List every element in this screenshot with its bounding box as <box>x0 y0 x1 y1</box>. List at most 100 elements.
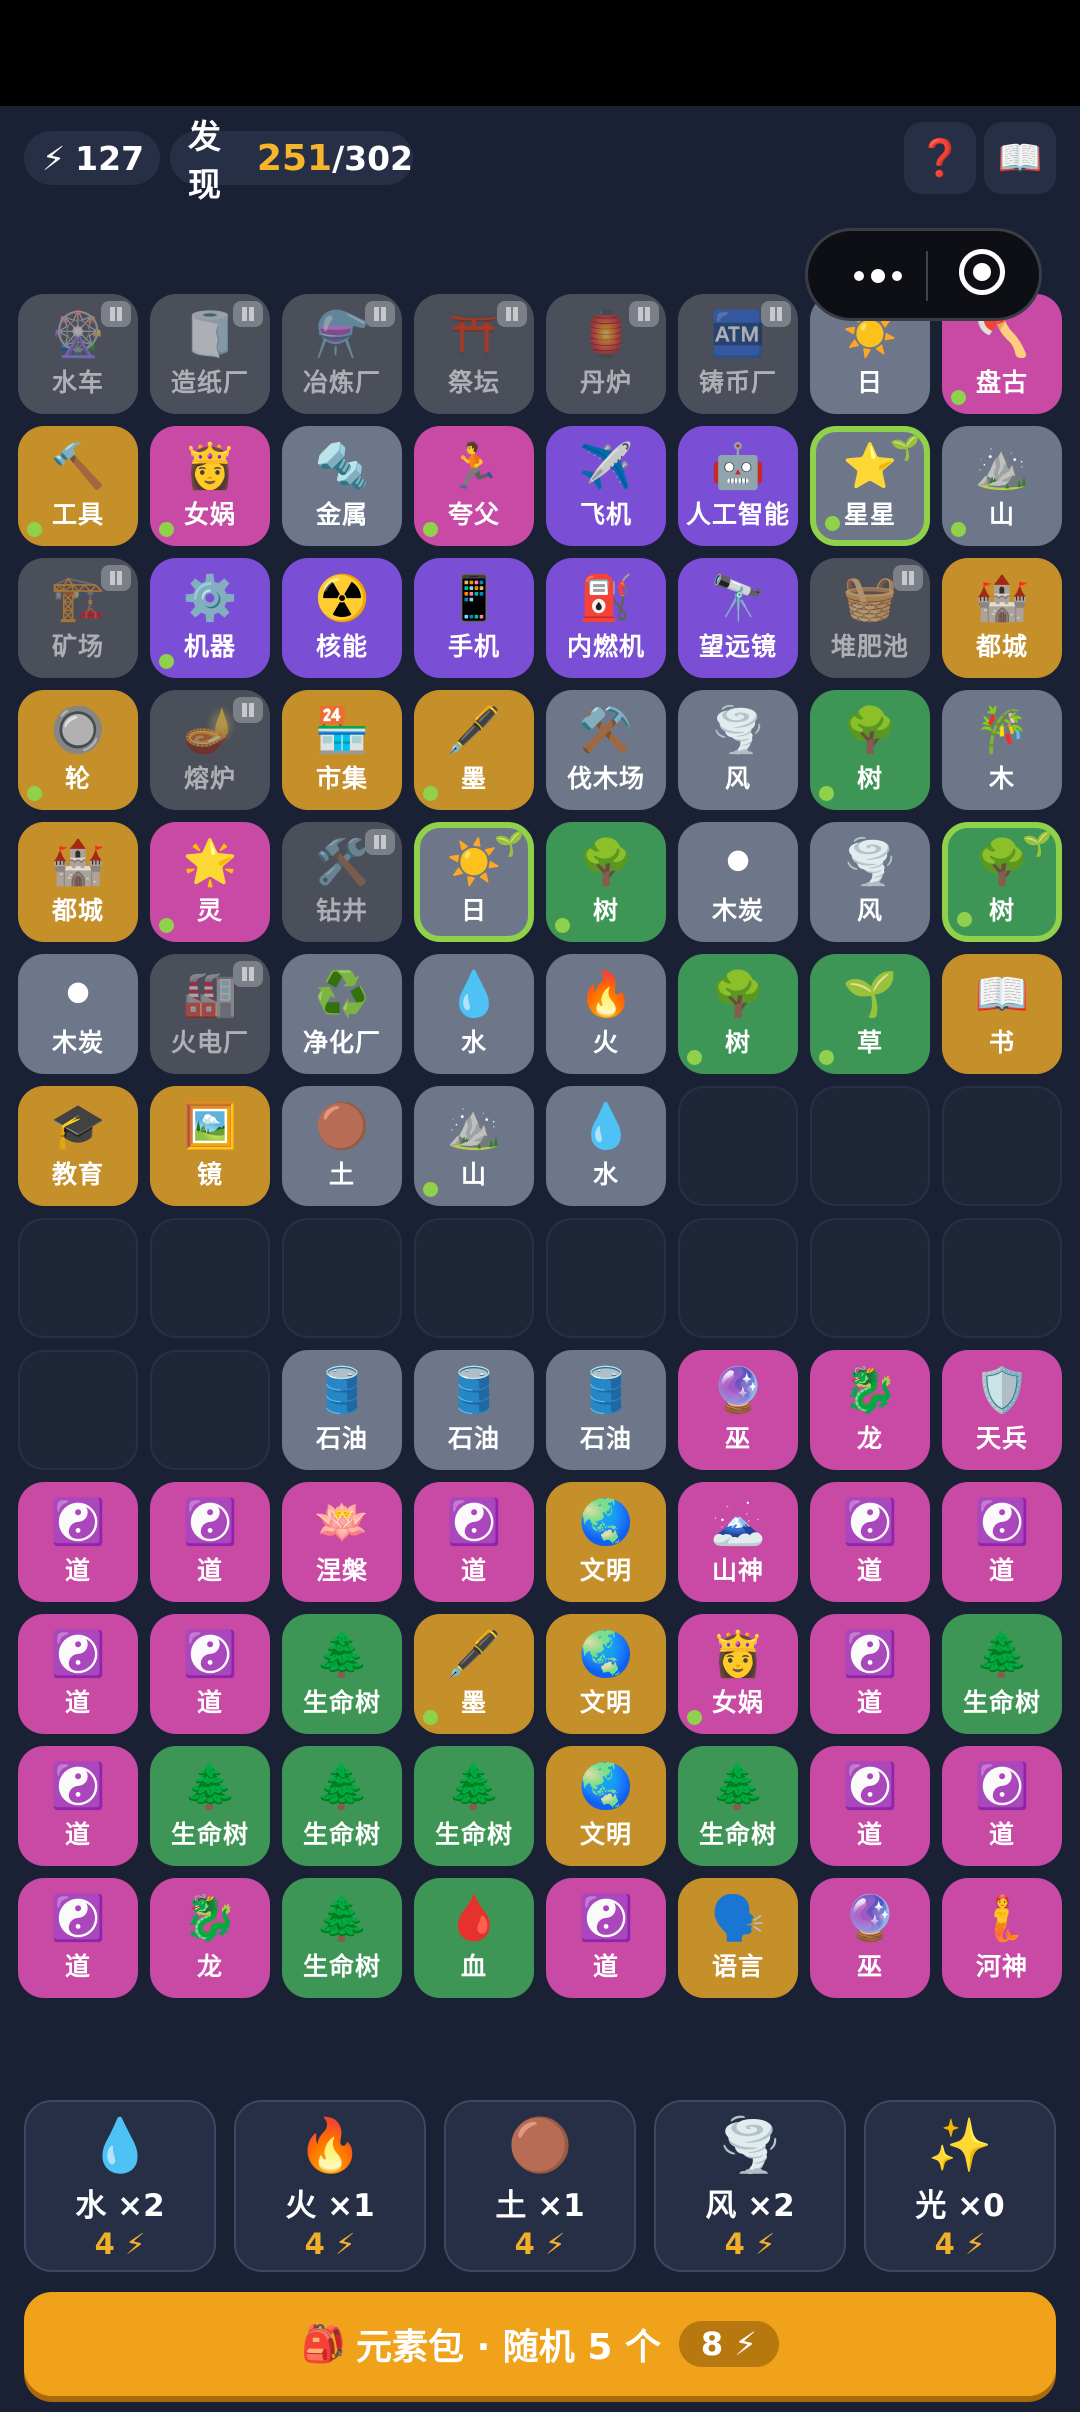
element-tile[interactable]: 🌳 树 <box>678 954 798 1074</box>
element-tile[interactable]: ⚒️ 伐木场 <box>546 690 666 810</box>
close-miniprogram-button[interactable] <box>959 249 1005 295</box>
element-tile[interactable]: 🌲 生命树 <box>282 1746 402 1866</box>
element-pack-card[interactable]: 💧 水 ×2 4 ⚡ <box>24 2100 216 2272</box>
element-tile[interactable]: ⚗️ 冶炼厂 <box>282 294 402 414</box>
element-tile[interactable]: 🏰 都城 <box>942 558 1062 678</box>
element-tile[interactable]: 🌏 文明 <box>546 1746 666 1866</box>
element-tile[interactable]: ☯️ 道 <box>810 1746 930 1866</box>
element-tile[interactable]: 🌲 生命树 <box>942 1614 1062 1734</box>
element-tile[interactable]: ☀️ 日 🌱 <box>414 822 534 942</box>
element-tile[interactable]: 📱 手机 <box>414 558 534 678</box>
element-tile[interactable]: ⭐ 星星 🌱 <box>810 426 930 546</box>
buy-element-pack-button[interactable]: 🎒 元素包 · 随机 5 个 8 ⚡ <box>24 2292 1056 2396</box>
element-tile[interactable]: 🌲 生命树 <box>678 1746 798 1866</box>
element-tile[interactable]: 🏭 火电厂 <box>150 954 270 1074</box>
element-tile[interactable]: 🤖 人工智能 <box>678 426 798 546</box>
element-tile[interactable]: 🌳 树 🌱 <box>942 822 1062 942</box>
element-tile[interactable]: 🖋️ 墨 <box>414 690 534 810</box>
element-tile[interactable]: ☯️ 道 <box>18 1614 138 1734</box>
element-tile[interactable]: 🔮 巫 <box>810 1878 930 1998</box>
element-tile[interactable]: ☯️ 道 <box>18 1878 138 1998</box>
element-tile[interactable]: 🎋 木 <box>942 690 1062 810</box>
element-tile[interactable]: ⚫ 木炭 <box>18 954 138 1074</box>
element-tile[interactable]: 🗣️ 语言 <box>678 1878 798 1998</box>
encyclopedia-button[interactable]: 📖 <box>984 122 1056 194</box>
element-tile[interactable]: 🌲 生命树 <box>282 1614 402 1734</box>
element-tile[interactable]: 🌲 生命树 <box>414 1746 534 1866</box>
element-tile[interactable]: ⚫ 木炭 <box>678 822 798 942</box>
element-tile[interactable]: 🛢️ 石油 <box>546 1350 666 1470</box>
element-tile[interactable]: 🩸 血 <box>414 1878 534 1998</box>
more-menu-button[interactable] <box>838 251 918 301</box>
element-tile[interactable]: 🖋️ 墨 <box>414 1614 534 1734</box>
element-tile[interactable]: 🌏 文明 <box>546 1614 666 1734</box>
element-tile[interactable]: ⛰️ 山 <box>414 1086 534 1206</box>
element-tile[interactable]: 🧻 造纸厂 <box>150 294 270 414</box>
element-pack-card[interactable]: 🔥 火 ×1 4 ⚡ <box>234 2100 426 2272</box>
element-tile[interactable]: 🪷 涅槃 <box>282 1482 402 1602</box>
element-pack-card[interactable]: ✨ 光 ×0 4 ⚡ <box>864 2100 1056 2272</box>
element-tile[interactable]: 🪔 熔炉 <box>150 690 270 810</box>
element-tile[interactable]: 🎓 教育 <box>18 1086 138 1206</box>
element-tile[interactable]: 🧺 堆肥池 <box>810 558 930 678</box>
element-tile[interactable]: 🏰 都城 <box>18 822 138 942</box>
element-tile[interactable]: 🔭 望远镜 <box>678 558 798 678</box>
element-tile[interactable]: 🐉 龙 <box>150 1878 270 1998</box>
element-tile[interactable]: 🌳 树 <box>810 690 930 810</box>
element-tile[interactable]: 🟤 土 <box>282 1086 402 1206</box>
element-tile[interactable]: 🏮 丹炉 <box>546 294 666 414</box>
element-tile[interactable]: 👸 女娲 <box>150 426 270 546</box>
element-tile[interactable]: 👸 女娲 <box>678 1614 798 1734</box>
element-tile[interactable]: 🏃 夸父 <box>414 426 534 546</box>
element-tile[interactable]: ☯️ 道 <box>18 1746 138 1866</box>
element-tile[interactable]: ☯️ 道 <box>546 1878 666 1998</box>
element-tile[interactable]: 🎡 水车 <box>18 294 138 414</box>
element-tile[interactable]: 🔥 火 <box>546 954 666 1074</box>
element-tile[interactable]: 🏗️ 矿场 <box>18 558 138 678</box>
element-tile[interactable]: 🌲 生命树 <box>282 1878 402 1998</box>
element-tile[interactable]: ☢️ 核能 <box>282 558 402 678</box>
element-tile[interactable]: ☯️ 道 <box>942 1482 1062 1602</box>
element-tile[interactable]: 🖼️ 镜 <box>150 1086 270 1206</box>
element-tile[interactable]: 🔮 巫 <box>678 1350 798 1470</box>
element-tile[interactable]: 🗻 山神 <box>678 1482 798 1602</box>
element-tile[interactable]: ⛩️ 祭坛 <box>414 294 534 414</box>
element-tile[interactable]: 🛢️ 石油 <box>414 1350 534 1470</box>
element-tile[interactable]: 🔨 工具 <box>18 426 138 546</box>
element-tile[interactable]: 🌱 草 <box>810 954 930 1074</box>
element-pack-card[interactable]: 🌪️ 风 ×2 4 ⚡ <box>654 2100 846 2272</box>
element-tile[interactable]: ✈️ 飞机 <box>546 426 666 546</box>
element-pack-card[interactable]: 🟤 土 ×1 4 ⚡ <box>444 2100 636 2272</box>
element-tile[interactable]: ⚙️ 机器 <box>150 558 270 678</box>
element-tile[interactable]: 🐉 龙 <box>810 1350 930 1470</box>
element-tile[interactable]: 🔘 轮 <box>18 690 138 810</box>
element-tile[interactable]: 🌪️ 风 <box>678 690 798 810</box>
element-tile[interactable]: ☯️ 道 <box>150 1614 270 1734</box>
element-tile[interactable]: 🌏 文明 <box>546 1482 666 1602</box>
element-tile[interactable]: 🌪️ 风 <box>810 822 930 942</box>
element-tile[interactable]: 💧 水 <box>414 954 534 1074</box>
element-tile[interactable]: ☯️ 道 <box>18 1482 138 1602</box>
element-tile[interactable]: 🏪 市集 <box>282 690 402 810</box>
element-tile[interactable]: ☯️ 道 <box>414 1482 534 1602</box>
element-tile[interactable]: ☯️ 道 <box>150 1482 270 1602</box>
element-tile[interactable]: 🏧 铸币厂 <box>678 294 798 414</box>
element-tile[interactable]: 📖 书 <box>942 954 1062 1074</box>
element-tile[interactable]: ♻️ 净化厂 <box>282 954 402 1074</box>
element-tile[interactable]: ☯️ 道 <box>810 1482 930 1602</box>
element-tile[interactable]: ⛰️ 山 <box>942 426 1062 546</box>
help-button[interactable]: ❓ <box>904 122 976 194</box>
element-tile[interactable]: 🌲 生命树 <box>150 1746 270 1866</box>
element-tile[interactable]: 🧜 河神 <box>942 1878 1062 1998</box>
element-tile[interactable]: ☯️ 道 <box>810 1614 930 1734</box>
element-name: 文明 <box>579 1556 632 1585</box>
element-tile[interactable]: ⛽ 内燃机 <box>546 558 666 678</box>
element-tile[interactable]: ☯️ 道 <box>942 1746 1062 1866</box>
element-tile[interactable]: 🛢️ 石油 <box>282 1350 402 1470</box>
element-tile[interactable]: 🛠️ 钻井 <box>282 822 402 942</box>
element-tile[interactable]: 🌟 灵 <box>150 822 270 942</box>
element-tile[interactable]: 💧 水 <box>546 1086 666 1206</box>
element-tile[interactable]: 🔩 金属 <box>282 426 402 546</box>
element-tile[interactable]: 🛡️ 天兵 <box>942 1350 1062 1470</box>
element-tile[interactable]: 🌳 树 <box>546 822 666 942</box>
